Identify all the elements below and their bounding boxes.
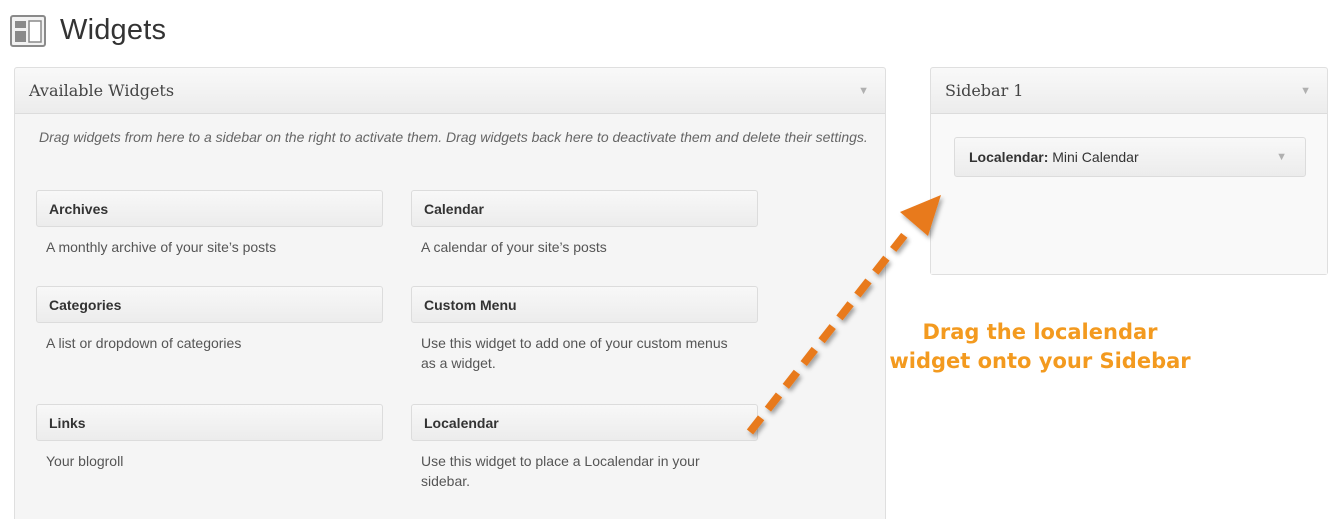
widget-archives-handle[interactable]: Archives xyxy=(36,190,383,227)
widget-categories-handle[interactable]: Categories xyxy=(36,286,383,323)
widget-custom-menu-description: Use this widget to add one of your custo… xyxy=(421,335,728,371)
widget-localendar: Localendar Use this widget to place a Lo… xyxy=(411,404,758,491)
triangle-down-icon[interactable]: ▼ xyxy=(1276,151,1287,163)
sidebar-widget-title: Localendar: Mini Calendar xyxy=(969,149,1139,165)
sidebar-widget-name: Localendar: xyxy=(969,149,1049,165)
widget-archives-description: A monthly archive of your site’s posts xyxy=(46,239,277,255)
sidebar-1-header[interactable]: Sidebar 1 ▼ xyxy=(931,68,1327,114)
sidebar-widget-subtitle: Mini Calendar xyxy=(1052,149,1139,165)
drag-instruction: Drag the localendar widget onto your Sid… xyxy=(860,318,1220,376)
triangle-down-icon[interactable]: ▼ xyxy=(858,85,869,97)
available-widgets-description: Drag widgets from here to a sidebar on t… xyxy=(39,129,868,145)
widget-custom-menu-handle[interactable]: Custom Menu xyxy=(411,286,758,323)
sidebar-widget-localendar[interactable]: Localendar: Mini Calendar ▼ xyxy=(954,137,1306,177)
widget-calendar-description: A calendar of your site’s posts xyxy=(421,239,607,255)
widgets-page: Widgets Available Widgets ▼ Drag widgets… xyxy=(0,0,1344,519)
widget-links: Links Your blogroll xyxy=(36,404,383,471)
page-title: Widgets xyxy=(60,13,167,46)
widget-links-handle[interactable]: Links xyxy=(36,404,383,441)
available-widgets-header[interactable]: Available Widgets ▼ xyxy=(15,68,885,114)
widget-calendar: Calendar A calendar of your site’s posts xyxy=(411,190,758,257)
widget-localendar-description: Use this widget to place a Localendar in… xyxy=(421,453,700,489)
widget-categories: Categories A list or dropdown of categor… xyxy=(36,286,383,353)
drag-instruction-line-2: widget onto your Sidebar xyxy=(889,349,1191,373)
available-widgets-title: Available Widgets xyxy=(29,81,175,100)
widget-localendar-handle[interactable]: Localendar xyxy=(411,404,758,441)
widget-calendar-handle[interactable]: Calendar xyxy=(411,190,758,227)
available-widgets-panel: Available Widgets ▼ Drag widgets from he… xyxy=(14,67,886,519)
triangle-down-icon[interactable]: ▼ xyxy=(1300,85,1311,97)
widget-categories-description: A list or dropdown of categories xyxy=(46,335,242,351)
sidebar-1-title: Sidebar 1 xyxy=(945,81,1024,100)
page-header: Widgets xyxy=(10,10,166,50)
sidebar-1-panel: Sidebar 1 ▼ Localendar: Mini Calendar ▼ xyxy=(930,67,1328,275)
widget-links-description: Your blogroll xyxy=(46,453,124,469)
drag-instruction-line-1: Drag the localendar xyxy=(922,320,1158,344)
widget-custom-menu: Custom Menu Use this widget to add one o… xyxy=(411,286,758,373)
widget-archives: Archives A monthly archive of your site’… xyxy=(36,190,383,257)
widgets-icon xyxy=(10,15,46,47)
